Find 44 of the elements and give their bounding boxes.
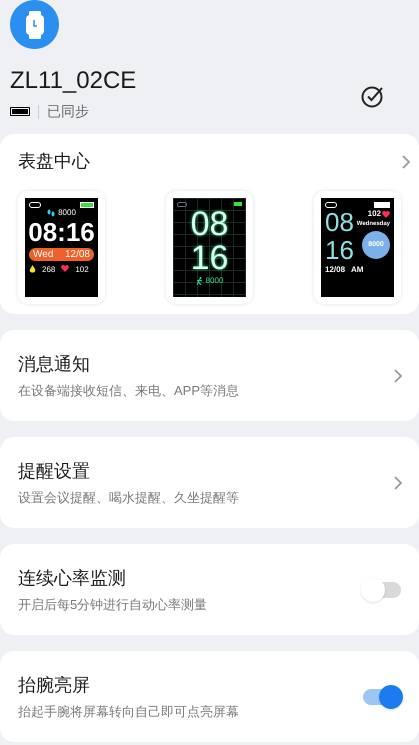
date-bar: Wed 12/08: [29, 248, 94, 261]
ampm-text: AM: [351, 264, 364, 276]
battery-icon: [10, 107, 30, 116]
steps-text: 8000: [206, 275, 224, 287]
calories-text: 268: [42, 265, 56, 275]
setting-description: 设置会议提醒、喝水提醒、久坐提醒等: [18, 488, 239, 506]
check-circle-icon[interactable]: [361, 84, 385, 108]
setting-description: 抬起手腕将屏幕转向自己即可点亮屏幕: [18, 702, 239, 720]
settings-card[interactable]: 抬腕亮屏 抬起手腕将屏幕转向自己即可点亮屏幕: [0, 651, 419, 742]
hour-text: 08: [190, 207, 228, 241]
watch-face-thumbnail[interactable]: 8000 08:16 Wed 12/08 268 102: [18, 191, 105, 304]
runner-icon: [196, 277, 203, 285]
sync-status: 已同步: [47, 102, 89, 121]
watch-avatar[interactable]: [10, 0, 59, 49]
heart-icon: [382, 210, 390, 218]
setting-title: 连续心率监测: [18, 566, 127, 590]
minute-text: 16: [190, 241, 228, 275]
time-text: 08:16: [28, 218, 95, 246]
heart-rate-text: 102: [368, 208, 381, 220]
battery-icon: [234, 202, 242, 206]
steps-text: 8000: [58, 208, 76, 218]
setting-title: 提醒设置: [18, 460, 91, 482]
device-name: ZL11_02CE: [10, 67, 136, 95]
setting-title: 消息通知: [18, 352, 91, 376]
chevron-right-icon: [401, 154, 411, 170]
heart-icon: [61, 265, 70, 272]
setting-title: 抬腕亮屏: [18, 674, 91, 696]
setting-description: 开启后每5分钟进行自动心率测量: [18, 596, 208, 614]
settings-card[interactable]: 连续心率监测 开启后每5分钟进行自动心率测量: [0, 544, 419, 635]
battery-icon: [374, 202, 390, 208]
minute-text: 16: [325, 236, 354, 264]
date-text: 12/08: [325, 264, 346, 276]
hour-text: 08: [325, 208, 354, 236]
setting-description: 在设备端接收短信、来电、APP等消息: [18, 382, 240, 400]
settings-card[interactable]: 消息通知 在设备端接收短信、来电、APP等消息: [0, 330, 419, 421]
watch-face-thumbnail[interactable]: 08 16 8000: [166, 191, 253, 304]
chevron-right-icon: [393, 474, 403, 490]
chevron-right-icon: [393, 368, 403, 384]
heart-rate-text: 102: [75, 265, 89, 275]
settings-card[interactable]: 提醒设置 设置会议提醒、喝水提醒、久坐提醒等: [0, 437, 419, 528]
watch-icon: [26, 10, 44, 38]
card-title[interactable]: 表盘中心: [18, 148, 90, 175]
battery-icon: [80, 202, 94, 208]
footprints-icon: [47, 209, 56, 217]
